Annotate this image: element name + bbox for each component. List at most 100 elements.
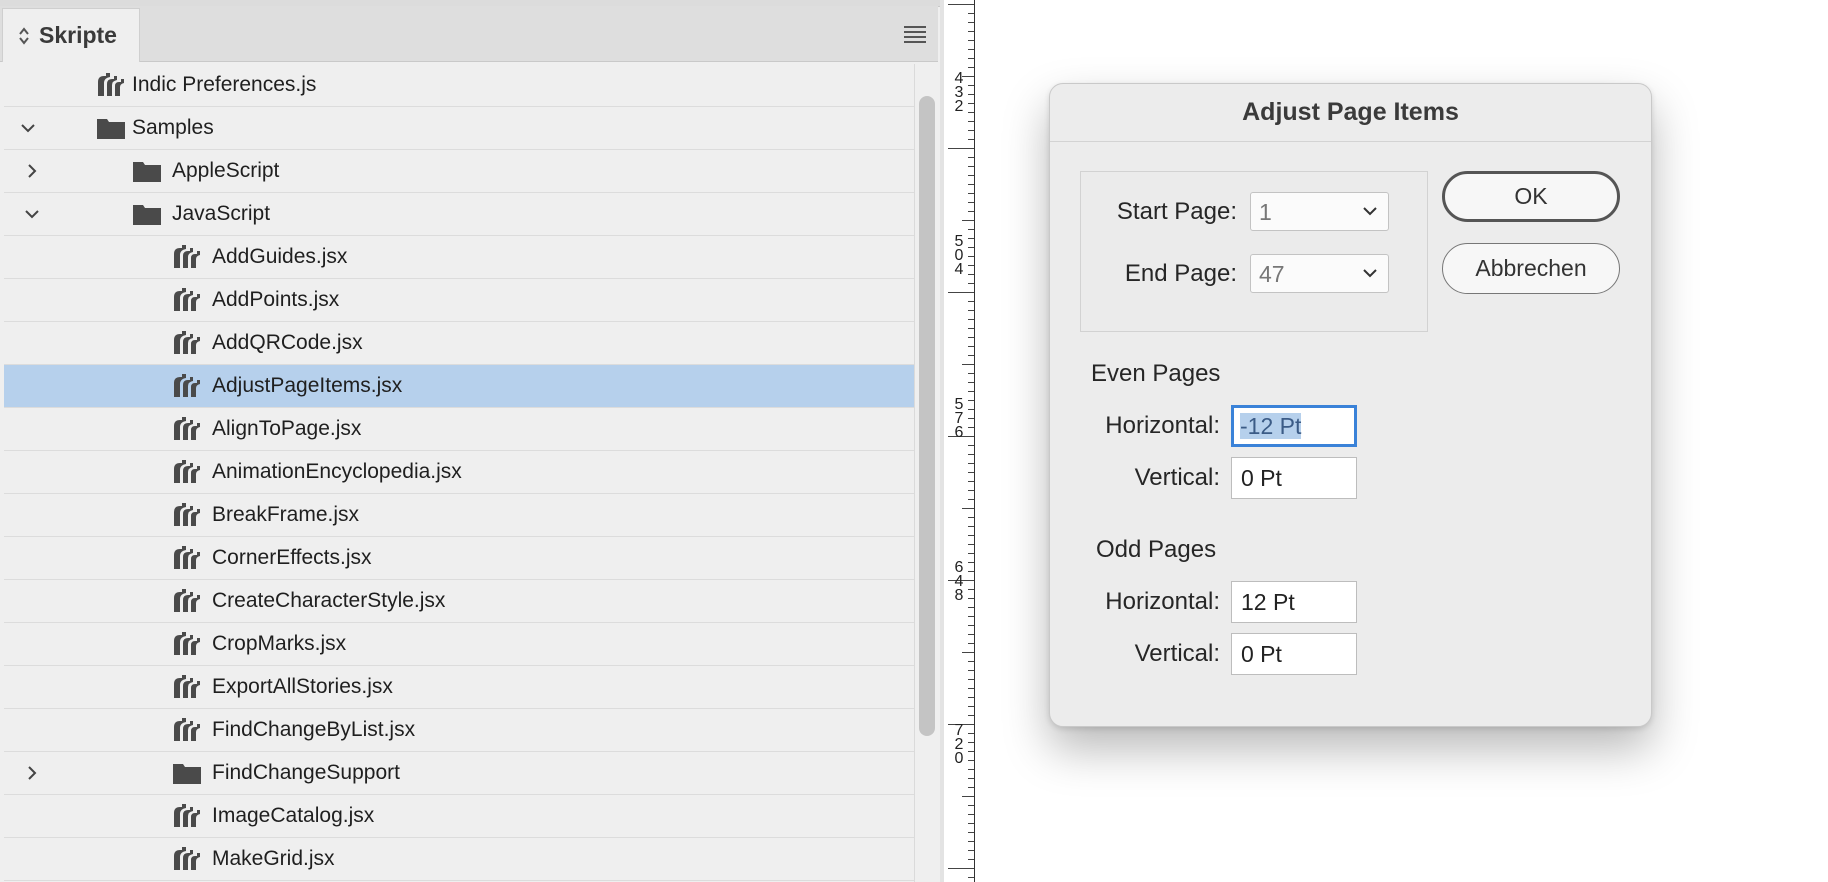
ruler-tick — [968, 274, 974, 275]
ruler-tick — [968, 832, 974, 833]
script-icon — [172, 846, 202, 877]
tree-item-label: AlignToPage.jsx — [212, 417, 362, 440]
ruler-tick — [968, 472, 974, 473]
tree-script-row[interactable]: AlignToPage.jsx — [4, 408, 914, 451]
script-icon — [172, 502, 202, 533]
tab-scripts[interactable]: Skripte — [2, 8, 140, 62]
even-pages-heading: Even Pages — [1091, 360, 1221, 387]
panel-menu-icon[interactable] — [904, 26, 926, 44]
tree-script-row[interactable]: CornerEffects.jsx — [4, 537, 914, 580]
scripts-panel: Skripte Indic Preferences.js Samples Apple… — [0, 0, 940, 882]
tree-script-row[interactable]: ImageCatalog.jsx — [4, 795, 914, 838]
ruler-tick — [968, 67, 974, 68]
ruler-tick — [968, 553, 974, 554]
script-icon — [172, 803, 202, 834]
tree-script-row[interactable]: Indic Preferences.js — [4, 64, 914, 107]
ruler-tick — [968, 121, 974, 122]
dialog-title: Adjust Page Items — [1050, 84, 1651, 142]
chevron-right-icon[interactable] — [22, 161, 42, 181]
tree-script-row[interactable]: AddPoints.jsx — [4, 279, 914, 322]
ruler-label: 5 0 4 — [954, 233, 964, 278]
ruler-tick — [968, 589, 974, 590]
tree-folder-row[interactable]: JavaScript — [4, 193, 914, 236]
collapse-toggle-icon[interactable] — [17, 25, 31, 47]
ruler-tick — [968, 130, 974, 131]
ruler-tick — [968, 544, 974, 545]
ruler-tick — [968, 112, 974, 113]
script-icon — [172, 330, 202, 361]
tree-script-row[interactable]: AdjustPageItems.jsx — [4, 365, 914, 408]
ruler-tick — [968, 346, 974, 347]
end-page-select[interactable]: 47 — [1250, 254, 1389, 293]
ruler-tick — [968, 715, 974, 716]
tree-script-row[interactable]: AddQRCode.jsx — [4, 322, 914, 365]
tree-script-row[interactable]: FindChangeByList.jsx — [4, 709, 914, 752]
ruler-tick — [968, 319, 974, 320]
ruler-tick — [948, 292, 974, 293]
tree-script-row[interactable]: ExportAllStories.jsx — [4, 666, 914, 709]
scrollbar[interactable] — [914, 64, 939, 882]
tree-script-row[interactable]: CreateCharacterStyle.jsx — [4, 580, 914, 623]
ruler-tick — [968, 823, 974, 824]
ruler-tick — [968, 733, 974, 734]
ruler-tick — [968, 598, 974, 599]
tree-script-row[interactable]: MakeGrid.jsx — [4, 838, 914, 881]
ruler-tick — [968, 742, 974, 743]
ruler-tick — [948, 4, 974, 5]
tree-item-label: FindChangeByList.jsx — [212, 718, 416, 741]
even-vertical-input[interactable]: 0 Pt — [1231, 457, 1357, 499]
script-icon — [172, 674, 202, 705]
ruler-label: 6 4 8 — [954, 559, 964, 604]
ruler-tick — [968, 769, 974, 770]
ruler-tick — [962, 652, 974, 653]
tree-item-label: AddQRCode.jsx — [212, 331, 363, 354]
chevron-down-icon[interactable] — [18, 118, 38, 138]
script-icon — [172, 459, 202, 490]
scrollbar-thumb[interactable] — [919, 96, 935, 736]
tree-folder-row[interactable]: Samples — [4, 107, 914, 150]
ruler-tick — [968, 40, 974, 41]
ruler-tick — [968, 688, 974, 689]
odd-horizontal-input[interactable]: 12 Pt — [1231, 581, 1357, 623]
ruler-tick — [968, 229, 974, 230]
even-vertical-label: Vertical: — [1134, 464, 1220, 491]
start-page-label: Start Page: — [1116, 198, 1237, 225]
start-page-select[interactable]: 1 — [1250, 192, 1389, 231]
ok-button[interactable]: OK — [1442, 171, 1620, 222]
ruler-tick — [968, 499, 974, 500]
tree-item-label: FindChangeSupport — [212, 761, 400, 784]
tree-script-row[interactable]: CropMarks.jsx — [4, 623, 914, 666]
vertical-ruler: 4 3 2 5 0 4 5 7 6 6 4 8 7 2 0 — [940, 0, 976, 882]
ruler-tick — [968, 805, 974, 806]
ruler-tick — [968, 661, 974, 662]
chevron-down-icon — [1363, 269, 1377, 278]
tree-script-row[interactable]: AnimationEncyclopedia.jsx — [4, 451, 914, 494]
chevron-down-icon — [1363, 207, 1377, 216]
ruler-tick — [968, 337, 974, 338]
script-icon — [172, 373, 202, 404]
odd-vertical-input[interactable]: 0 Pt — [1231, 633, 1357, 675]
ruler-tick — [968, 13, 974, 14]
tree-script-row[interactable]: AddGuides.jsx — [4, 236, 914, 279]
ruler-tick — [948, 868, 974, 869]
even-horizontal-label: Horizontal: — [1105, 412, 1220, 439]
tree-item-label: CropMarks.jsx — [212, 632, 347, 655]
cancel-button[interactable]: Abbrechen — [1442, 243, 1620, 294]
chevron-down-icon[interactable] — [22, 204, 42, 224]
tree-folder-row[interactable]: AppleScript — [4, 150, 914, 193]
ruler-tick — [948, 148, 974, 149]
tree-script-row[interactable]: BreakFrame.jsx — [4, 494, 914, 537]
ruler-tick — [968, 517, 974, 518]
ruler-tick — [968, 58, 974, 59]
ruler-tick — [968, 778, 974, 779]
scripts-tree: Indic Preferences.js Samples AppleScript Ja… — [4, 64, 914, 881]
tree-item-label: AdjustPageItems.jsx — [212, 374, 403, 397]
even-horizontal-input[interactable]: -12 Pt — [1231, 405, 1357, 447]
tree-item-label: AddPoints.jsx — [212, 288, 340, 311]
script-icon — [172, 717, 202, 748]
chevron-right-icon[interactable] — [22, 763, 42, 783]
ruler-tick — [968, 328, 974, 329]
tree-folder-row[interactable]: FindChangeSupport — [4, 752, 914, 795]
ruler-tick — [968, 571, 974, 572]
ruler-tick — [968, 265, 974, 266]
